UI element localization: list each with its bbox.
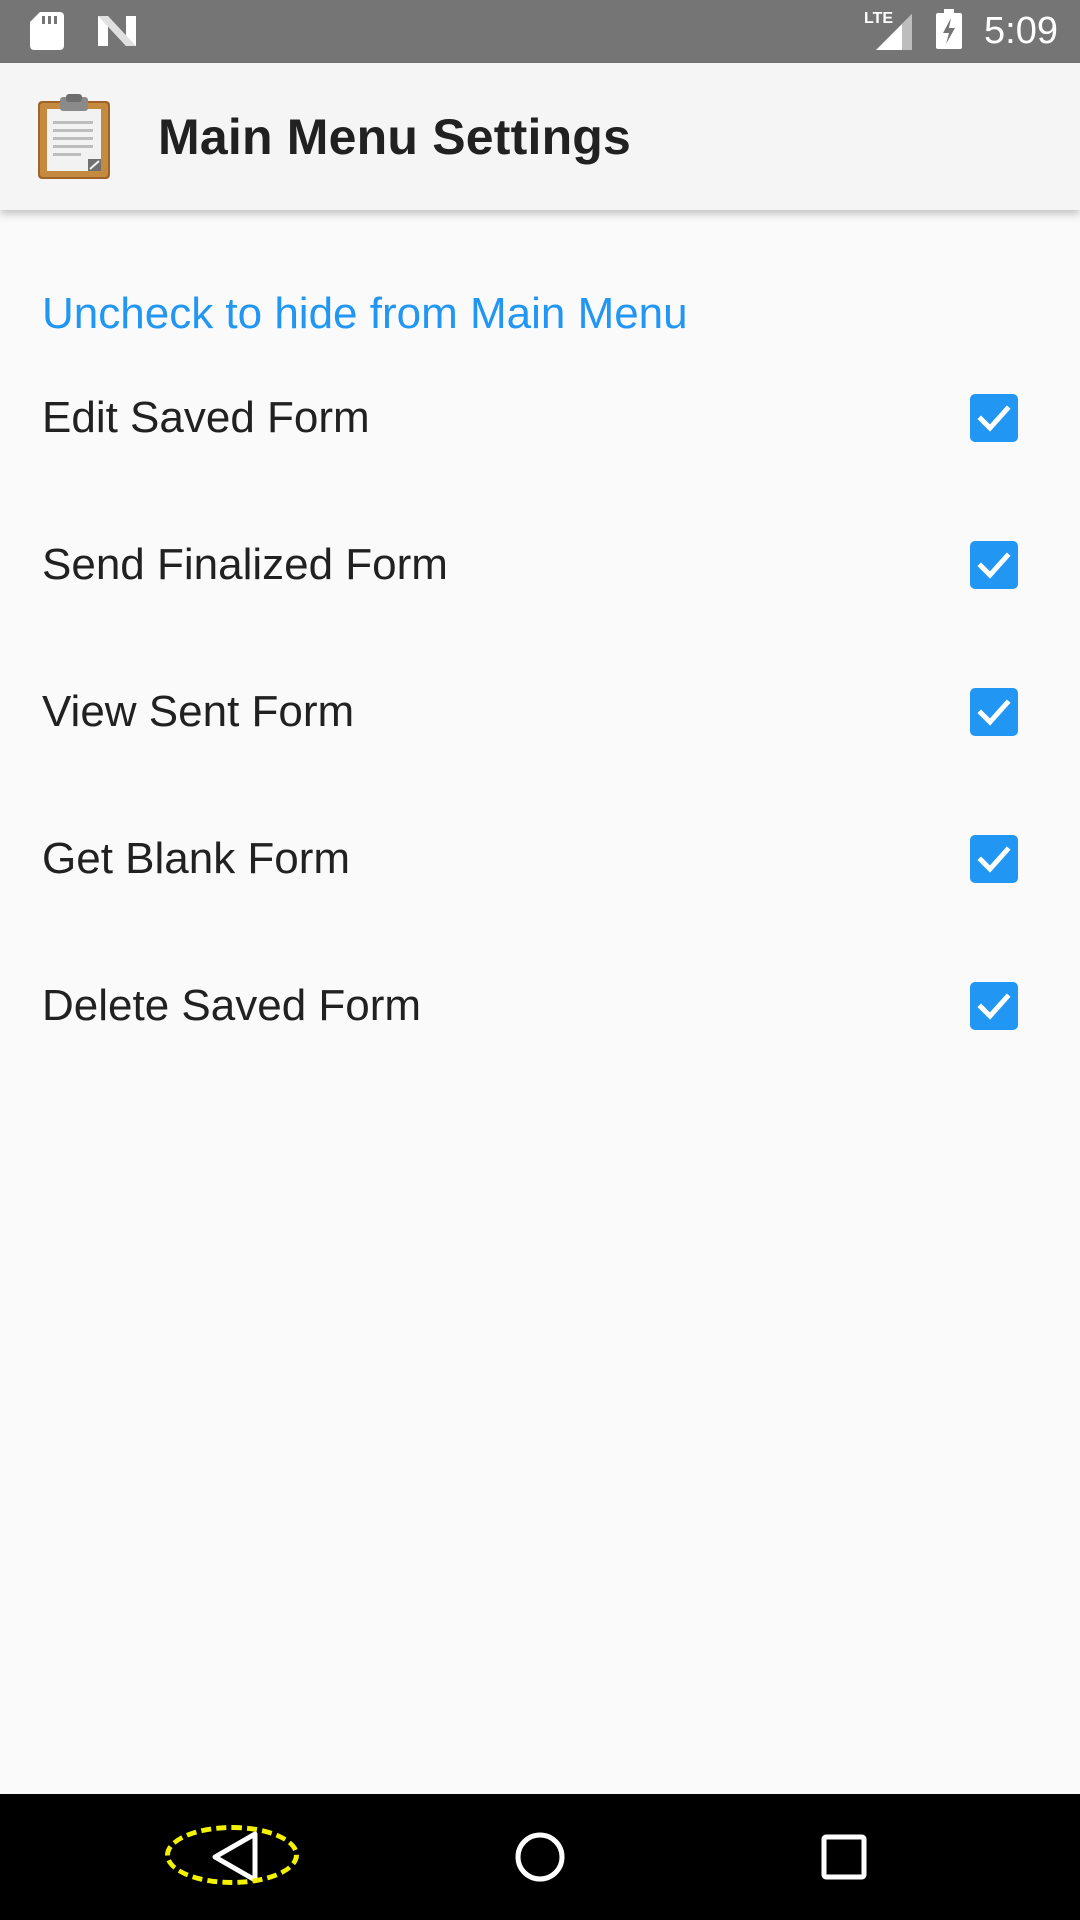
status-bar: LTE 5:09 [0,0,1080,63]
pref-item-label: Edit Saved Form [42,392,370,442]
checkmark-icon [977,551,1011,579]
pref-item-label: Delete Saved Form [42,980,422,1030]
checkmark-icon [977,845,1011,873]
home-button[interactable] [460,1794,620,1920]
navigation-bar [0,1794,1080,1920]
signal-icon: LTE [864,10,914,52]
network-type-label: LTE [864,10,894,27]
status-left-icons [30,12,138,55]
pref-checkbox-view-sent-form[interactable] [970,687,1018,736]
pref-item-delete-saved-form[interactable]: Delete Saved Form [0,932,1080,1079]
status-right-icons: LTE 5:09 [864,8,1058,54]
sd-card-icon [30,12,64,55]
app-bar: Main Menu Settings [0,63,1080,210]
pref-item-send-finalized-form[interactable]: Send Finalized Form [0,491,1080,638]
pref-checkbox-send-finalized-form[interactable] [970,540,1018,589]
pref-item-label: View Sent Form [42,686,355,736]
recent-apps-icon [821,1834,867,1880]
highlight-ring [165,1825,299,1885]
section-header: Uncheck to hide from Main Menu [42,289,688,338]
clipboard-icon [36,93,112,181]
home-icon [515,1832,565,1882]
preference-list: Edit Saved Form Send Finalized Form View… [0,344,1080,1079]
recent-apps-button[interactable] [764,1794,924,1920]
checkmark-icon [977,992,1011,1020]
pref-item-label: Get Blank Form [42,833,351,883]
n-logo-icon [96,14,138,53]
pref-item-view-sent-form[interactable]: View Sent Form [0,638,1080,785]
pref-item-get-blank-form[interactable]: Get Blank Form [0,785,1080,932]
status-time: 5:09 [984,10,1058,52]
preferences-content: Uncheck to hide from Main Menu Edit Save… [0,210,1080,1794]
pref-checkbox-get-blank-form[interactable] [970,834,1018,883]
pref-item-edit-saved-form[interactable]: Edit Saved Form [0,344,1080,491]
checkmark-icon [977,698,1011,726]
pref-item-label: Send Finalized Form [42,539,448,589]
pref-checkbox-edit-saved-form[interactable] [970,393,1018,442]
pref-checkbox-delete-saved-form[interactable] [970,981,1018,1030]
page-title: Main Menu Settings [158,109,632,165]
back-button[interactable] [155,1794,315,1920]
battery-charging-icon [936,8,963,54]
checkmark-icon [977,404,1011,432]
